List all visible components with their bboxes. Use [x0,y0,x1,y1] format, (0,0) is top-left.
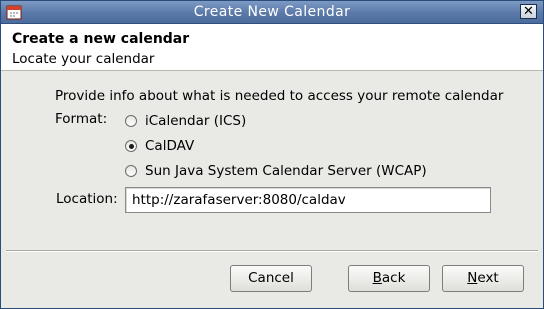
window-title: Create New Calendar [193,4,351,20]
back-button[interactable]: Back [348,265,430,292]
radio-wcap-label[interactable]: Sun Java System Calendar Server (WCAP) [145,163,427,179]
wizard-page-description: Locate your calendar [12,51,155,67]
location-input[interactable] [125,187,491,213]
location-label: Location: [56,191,118,207]
close-button[interactable]: ✕ [520,4,537,19]
wizard-header: Create a new calendar Locate your calend… [1,24,543,71]
create-calendar-dialog: Create New Calendar ✕ Create a new calen… [0,0,544,309]
next-mnemonic: N [467,270,478,286]
format-option-ics[interactable]: iCalendar (ICS) [125,112,246,130]
next-button[interactable]: Next [442,265,524,292]
format-option-wcap[interactable]: Sun Java System Calendar Server (WCAP) [125,162,427,180]
radio-wcap[interactable] [125,165,137,177]
radio-ics[interactable] [125,115,137,127]
back-label-rest: ack [381,270,406,286]
button-separator [6,250,538,252]
radio-ics-label[interactable]: iCalendar (ICS) [145,113,246,129]
radio-caldav-label[interactable]: CalDAV [145,138,194,154]
wizard-page-title: Create a new calendar [12,31,190,47]
radio-caldav[interactable] [125,140,137,152]
cancel-button[interactable]: Cancel [230,265,312,292]
format-option-caldav[interactable]: CalDAV [125,137,194,155]
next-label-rest: ext [477,270,499,286]
instructions-text: Provide info about what is needed to acc… [55,88,504,104]
format-label: Format: [55,111,108,127]
title-bar[interactable]: Create New Calendar ✕ [1,1,543,24]
back-mnemonic: B [372,270,382,286]
